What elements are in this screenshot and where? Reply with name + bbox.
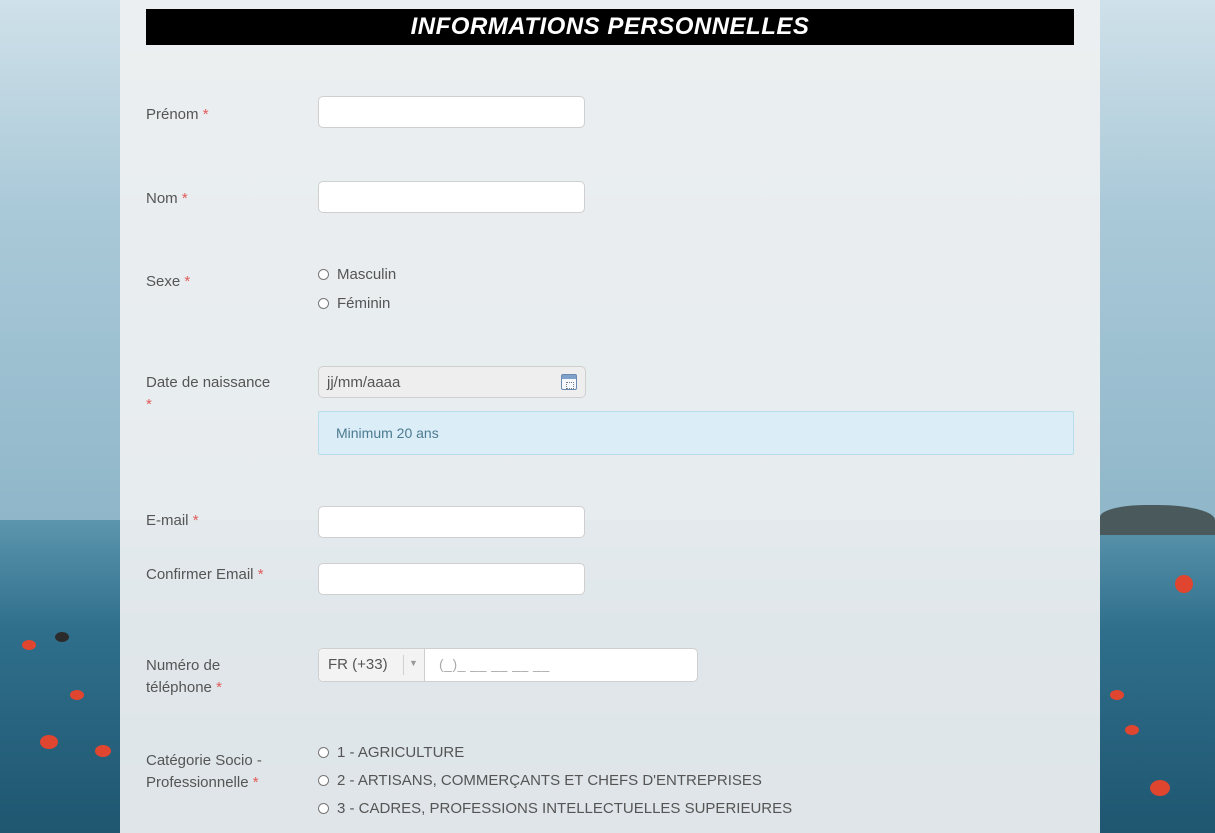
sexe-label-text: Sexe bbox=[146, 273, 181, 290]
categorie-label-line2: Professionnelle bbox=[146, 774, 249, 791]
swimmer-cap bbox=[1150, 780, 1170, 796]
radio-icon[interactable] bbox=[318, 747, 329, 758]
radio-icon[interactable] bbox=[318, 298, 329, 309]
categorie-option-2[interactable]: 2 - ARTISANS, COMMERÇANTS ET CHEFS D'ENT… bbox=[318, 772, 762, 789]
radio-label: 3 - CADRES, PROFESSIONS INTELLECTUELLES … bbox=[337, 800, 793, 817]
required-marker: * bbox=[181, 190, 188, 207]
required-marker: * bbox=[192, 512, 199, 529]
required-marker: * bbox=[257, 566, 264, 583]
radio-label: Masculin bbox=[337, 266, 397, 283]
swimmer-cap bbox=[1125, 725, 1139, 735]
swimmer-cap bbox=[70, 690, 84, 700]
required-marker: * bbox=[216, 679, 222, 696]
section-banner: INFORMATIONS PERSONNELLES bbox=[146, 9, 1074, 45]
prenom-input[interactable] bbox=[318, 96, 585, 128]
swimmer-cap bbox=[1110, 690, 1124, 700]
radio-icon[interactable] bbox=[318, 803, 329, 814]
email-label-text: E-mail bbox=[146, 512, 189, 529]
divider bbox=[403, 655, 404, 675]
categorie-option-3[interactable]: 3 - CADRES, PROFESSIONS INTELLECTUELLES … bbox=[318, 800, 792, 817]
date-placeholder: jj/mm/aaaa bbox=[327, 374, 401, 391]
date-naissance-input[interactable]: jj/mm/aaaa bbox=[318, 366, 586, 398]
email-confirm-input[interactable] bbox=[318, 563, 585, 595]
sexe-option-masculin[interactable]: Masculin bbox=[318, 266, 396, 283]
radio-label: 1 - AGRICULTURE bbox=[337, 744, 465, 761]
email-label: E-mail * bbox=[146, 510, 199, 532]
date-naissance-label-text: Date de naissance bbox=[146, 374, 271, 391]
background-rock bbox=[1100, 505, 1215, 535]
required-marker: * bbox=[202, 106, 209, 123]
radio-icon[interactable] bbox=[318, 269, 329, 280]
categorie-label-line1: Catégorie Socio - bbox=[146, 752, 262, 769]
required-marker: * bbox=[146, 396, 152, 413]
sexe-label: Sexe * bbox=[146, 271, 190, 293]
kayaker bbox=[1175, 575, 1193, 593]
date-naissance-label: Date de naissance * bbox=[146, 372, 270, 416]
telephone-label-line2: téléphone bbox=[146, 679, 212, 696]
email-input[interactable] bbox=[318, 506, 585, 538]
radio-label: Féminin bbox=[337, 295, 391, 312]
swimmer-cap bbox=[55, 632, 69, 642]
calendar-icon[interactable] bbox=[561, 374, 577, 390]
section-title: INFORMATIONS PERSONNELLES bbox=[410, 13, 810, 40]
categorie-option-1[interactable]: 1 - AGRICULTURE bbox=[318, 744, 464, 761]
telephone-input[interactable]: (_)_ __ __ __ __ bbox=[439, 656, 550, 672]
age-hint-box: Minimum 20 ans bbox=[318, 411, 1074, 455]
email-confirm-label: Confirmer Email * bbox=[146, 564, 264, 586]
prenom-label: Prénom * bbox=[146, 104, 209, 126]
swimmer-cap bbox=[22, 640, 36, 650]
required-marker: * bbox=[184, 273, 191, 290]
nom-label-text: Nom bbox=[146, 190, 178, 207]
country-code-value: FR (+33) bbox=[328, 656, 388, 673]
nom-input[interactable] bbox=[318, 181, 585, 213]
swimmer-cap bbox=[95, 745, 111, 757]
sexe-option-feminin[interactable]: Féminin bbox=[318, 295, 390, 312]
country-code-select[interactable]: FR (+33) ▼ bbox=[319, 649, 425, 681]
email-confirm-label-text: Confirmer Email bbox=[146, 566, 254, 583]
age-hint-text: Minimum 20 ans bbox=[336, 425, 439, 441]
required-marker: * bbox=[252, 774, 259, 791]
swimmer-cap bbox=[40, 735, 58, 749]
telephone-field: FR (+33) ▼ (_)_ __ __ __ __ bbox=[318, 648, 698, 682]
prenom-label-text: Prénom bbox=[146, 106, 199, 123]
nom-label: Nom * bbox=[146, 188, 188, 210]
telephone-label: Numéro de téléphone * bbox=[146, 655, 222, 699]
categorie-label: Catégorie Socio - Professionnelle * bbox=[146, 750, 262, 794]
radio-label: 2 - ARTISANS, COMMERÇANTS ET CHEFS D'ENT… bbox=[337, 772, 762, 789]
radio-icon[interactable] bbox=[318, 775, 329, 786]
telephone-label-line1: Numéro de bbox=[146, 657, 221, 674]
chevron-down-icon[interactable]: ▼ bbox=[409, 658, 418, 668]
